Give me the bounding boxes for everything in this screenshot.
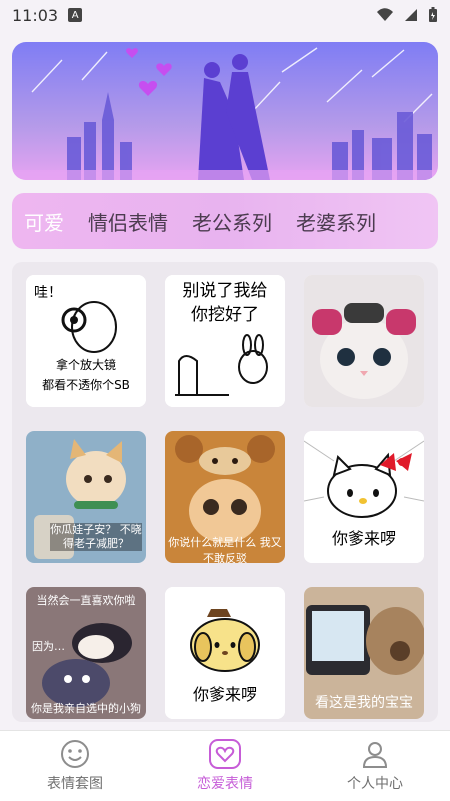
couple-banner[interactable] — [12, 42, 438, 180]
sticker-caption: 你说什么就是什么 我又不敢反驳 — [168, 536, 282, 563]
sticker-tile[interactable]: 你爹来啰 — [165, 587, 285, 719]
heart-icon — [209, 739, 241, 769]
sticker-caption-mid: 拿个放大镜 — [56, 358, 117, 372]
sticker-caption-mid: 你挖好了 — [191, 305, 259, 325]
nav-love-stickers[interactable]: 恋爱表情 — [150, 731, 300, 801]
banner-illustration — [12, 42, 438, 180]
bottom-navigation: 表情套图 恋爱表情 个人中心 — [0, 730, 450, 801]
sticker-panel: 哇！ 拿个放大镜 都看不透你个SB 别说了我给 你挖好了 你瓜娃子安？ 不晓得老… — [12, 262, 438, 722]
person-icon — [362, 742, 388, 768]
notification-icon: A — [68, 8, 83, 22]
sticker-tile[interactable]: 你说什么就是什么 我又不敢反驳 — [165, 431, 285, 563]
tab-husband[interactable]: 老公系列 — [192, 207, 272, 236]
sticker-tile[interactable]: 哇！ 拿个放大镜 都看不透你个SB — [26, 275, 146, 407]
wifi-icon — [377, 8, 393, 21]
sticker-tile[interactable]: 别说了我给 你挖好了 — [165, 275, 285, 407]
sticker-caption-mid: 因为… — [32, 640, 65, 653]
status-time: 11:03 — [12, 5, 59, 25]
nav-label: 表情套图 — [47, 776, 103, 792]
tab-wife[interactable]: 老婆系列 — [296, 207, 376, 236]
sticker-caption: 你爹来啰 — [192, 685, 257, 704]
sticker-tile[interactable]: 你爹来啰 — [304, 431, 424, 563]
sticker-caption: 你瓜娃子安？ 不晓得老子减肥？ — [50, 523, 142, 551]
signal-icon — [405, 9, 417, 21]
sticker-tile[interactable]: 看这是我的宝宝 — [304, 587, 424, 719]
category-tabs: 可爱 情侣表情 老公系列 老婆系列 — [12, 193, 438, 249]
sticker-caption-bottom: 你是我亲自选中的小狗 — [31, 702, 141, 715]
sticker-tile[interactable]: 当然会一直喜欢你啦 因为… 你是我亲自选中的小狗 — [26, 587, 146, 719]
sticker-caption-bottom: 都看不透你个SB — [42, 378, 130, 392]
sticker-grid: 哇！ 拿个放大镜 都看不透你个SB 别说了我给 你挖好了 你瓜娃子安？ 不晓得老… — [26, 275, 424, 719]
status-right — [376, 7, 438, 23]
sticker-caption-top: 当然会一直喜欢你啦 — [36, 594, 136, 607]
sticker-caption: 看这是我的宝宝 — [315, 695, 413, 711]
sticker-tile[interactable] — [304, 275, 424, 407]
sticker-caption-top: 哇！ — [34, 285, 62, 301]
status-left: 11:03 A — [12, 5, 83, 25]
nav-sticker-sets[interactable]: 表情套图 — [0, 731, 150, 801]
sticker-caption: 你爹来啰 — [331, 529, 396, 548]
status-bar: 11:03 A — [0, 0, 450, 30]
nav-profile[interactable]: 个人中心 — [300, 731, 450, 801]
tab-couple[interactable]: 情侣表情 — [88, 207, 168, 236]
nav-label: 恋爱表情 — [197, 776, 253, 792]
tab-cute[interactable]: 可爱 — [24, 207, 64, 236]
sticker-caption-top: 别说了我给 — [182, 281, 268, 301]
sticker-tile[interactable]: 你瓜娃子安？ 不晓得老子减肥？ — [26, 431, 146, 563]
battery-icon — [429, 7, 437, 22]
cat-with-curlers-icon — [304, 275, 424, 407]
smiley-icon — [61, 740, 89, 768]
nav-label: 个人中心 — [347, 776, 403, 792]
